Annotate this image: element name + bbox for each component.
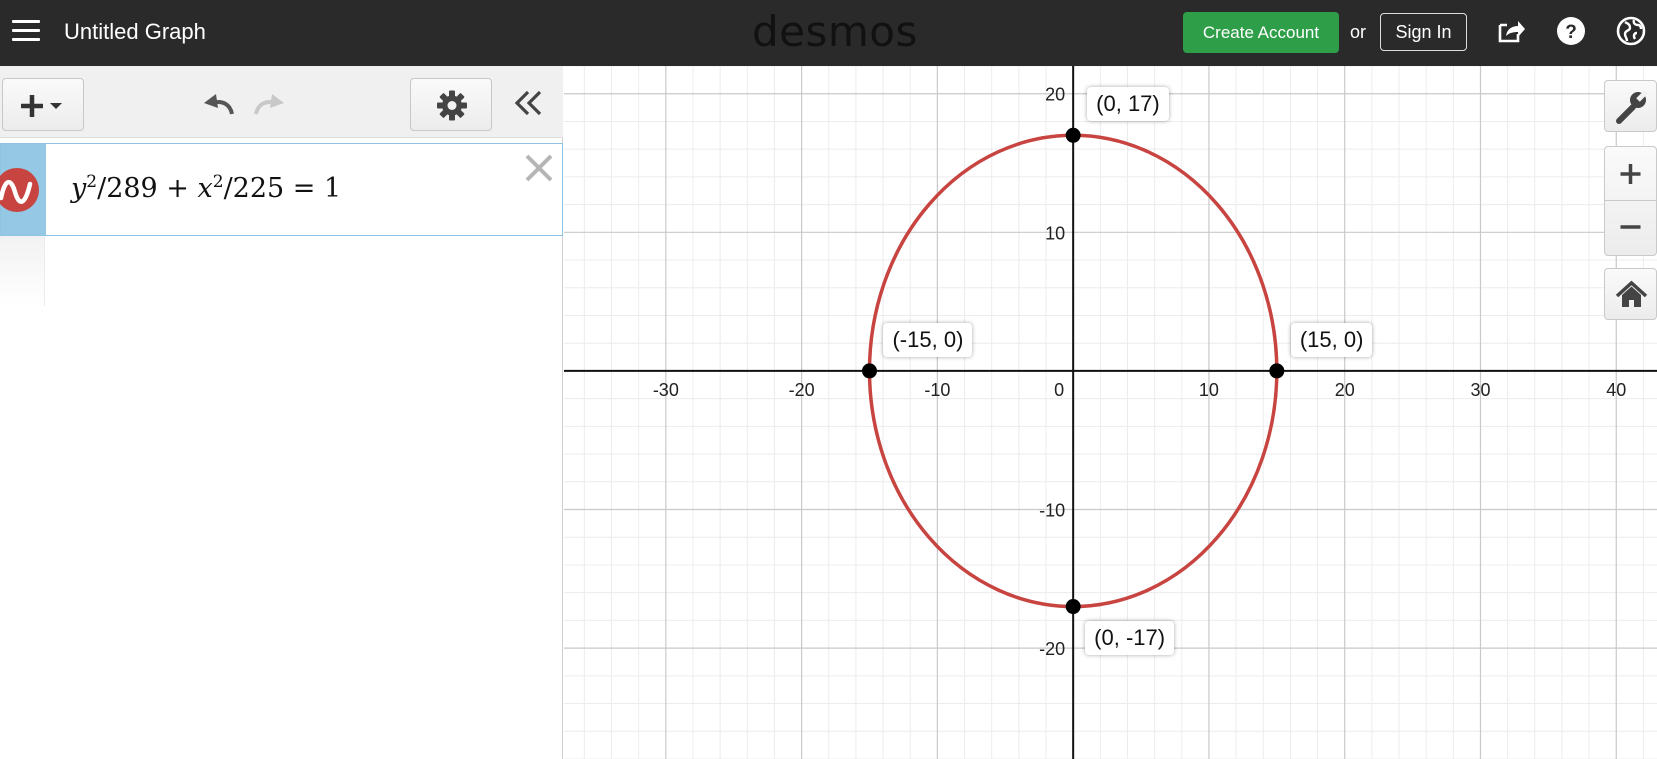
desmos-logo: desmos — [752, 7, 918, 56]
graph-title[interactable]: Untitled Graph — [64, 19, 206, 45]
sign-in-button[interactable]: Sign In — [1380, 13, 1467, 51]
undo-icon[interactable] — [200, 86, 238, 120]
point-label[interactable]: (15, 0) — [1290, 322, 1373, 357]
help-icon[interactable]: ? — [1556, 16, 1586, 46]
plus-icon — [1620, 164, 1641, 184]
x-tick-label: 0 — [1054, 380, 1064, 400]
default-viewport-button[interactable] — [1604, 268, 1657, 320]
point-marker — [861, 363, 877, 379]
globe-icon[interactable] — [1616, 16, 1646, 46]
expression-toolbar — [0, 66, 563, 138]
expression-input[interactable]: y2/289 + x2/225 = 1 — [71, 172, 341, 204]
zoom-controls — [1604, 146, 1657, 256]
point-label[interactable]: (-15, 0) — [883, 322, 973, 357]
y-tick-label: 20 — [1045, 85, 1065, 105]
point-label[interactable]: (0, -17) — [1085, 620, 1175, 655]
settings-button[interactable] — [410, 78, 492, 131]
y-tick-label: -10 — [1039, 501, 1065, 521]
desmos-app: Untitled Graph desmos Create Account or … — [0, 0, 1657, 759]
expression-panel: y2/289 + x2/225 = 1 — [0, 66, 563, 759]
x-tick-label: -20 — [789, 380, 815, 400]
home-icon — [1615, 280, 1648, 307]
create-account-button[interactable]: Create Account — [1183, 12, 1339, 53]
zoom-in-button[interactable] — [1605, 147, 1656, 201]
x-tick-label: -10 — [924, 380, 950, 400]
zoom-out-button[interactable] — [1605, 202, 1656, 255]
or-text: or — [1350, 22, 1367, 42]
expression-item[interactable]: y2/289 + x2/225 = 1 — [0, 143, 563, 236]
x-tick-label: 10 — [1199, 380, 1219, 400]
expr-part-a: /289 + — [97, 173, 198, 204]
x-tick-label: 30 — [1470, 380, 1490, 400]
y-tick-label: -20 — [1039, 639, 1065, 659]
hamburger-icon[interactable] — [12, 18, 42, 44]
double-chevron-left-icon[interactable] — [512, 86, 546, 120]
expr-var-y: y — [71, 173, 87, 204]
svg-text:?: ? — [1565, 22, 1577, 43]
x-tick-label: -30 — [653, 380, 679, 400]
wrench-icon — [1616, 90, 1648, 124]
expression-color-tab[interactable] — [0, 144, 46, 235]
redo-icon[interactable] — [250, 86, 288, 120]
minus-icon — [1620, 225, 1641, 229]
graph-settings-button[interactable] — [1604, 80, 1657, 132]
point-label[interactable]: (0, 17) — [1087, 87, 1169, 122]
top-bar: Untitled Graph desmos Create Account or … — [0, 0, 1657, 66]
new-expression-tab[interactable] — [0, 236, 45, 306]
x-tick-label: 40 — [1606, 380, 1626, 400]
curve-color-icon[interactable] — [0, 168, 39, 212]
gear-icon — [437, 90, 467, 121]
expr-var-x: x — [197, 173, 213, 204]
graph-svg: -30 -20 -10 0 10 20 30 40 20 10 -10 -20 — [564, 66, 1657, 759]
expr-exp-2: 2 — [212, 172, 224, 192]
graph-canvas[interactable]: -30 -20 -10 0 10 20 30 40 20 10 -10 -20 (0, 17) (-15… — [564, 66, 1657, 759]
share-icon[interactable] — [1496, 16, 1526, 46]
add-item-button[interactable] — [2, 78, 84, 131]
expr-part-b: /225 = 1 — [223, 173, 342, 204]
expr-exp-1: 2 — [86, 172, 98, 192]
point-marker — [1269, 363, 1285, 379]
close-icon[interactable] — [521, 150, 557, 186]
point-marker — [1065, 599, 1081, 615]
point-marker — [1065, 127, 1081, 143]
x-tick-label: 20 — [1335, 380, 1355, 400]
plus-icon — [21, 95, 62, 117]
y-tick-label: 10 — [1045, 223, 1065, 243]
